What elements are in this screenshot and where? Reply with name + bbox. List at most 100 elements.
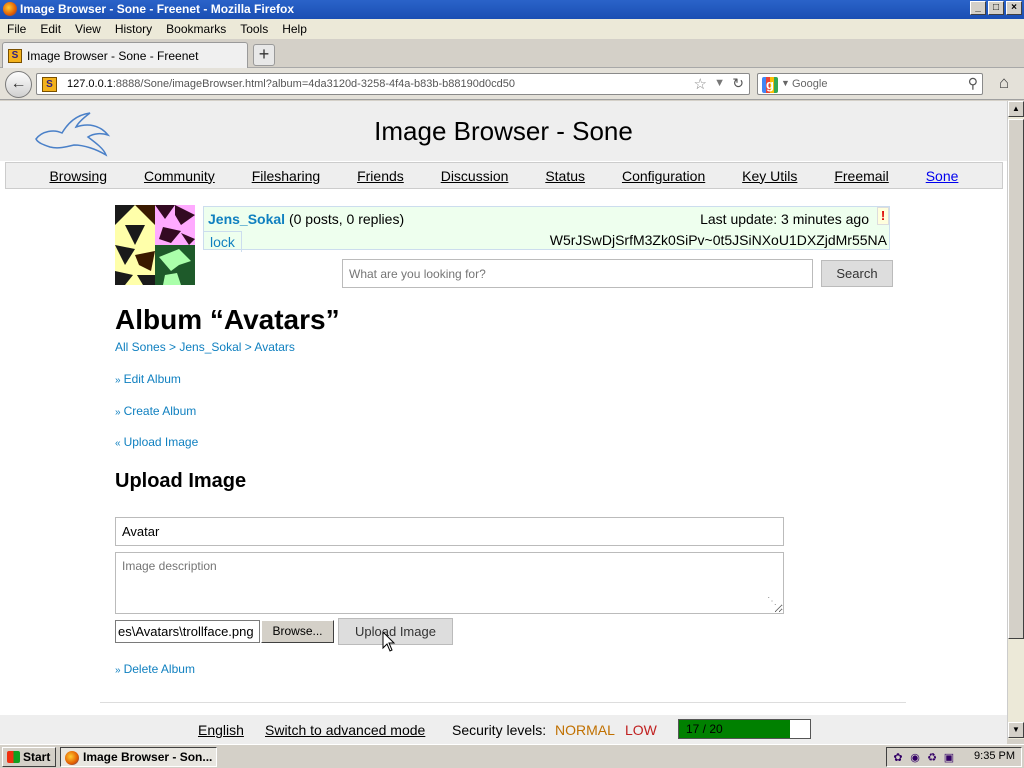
page-header: Image Browser - Sone	[0, 101, 1007, 161]
scroll-down-button[interactable]: ▼	[1008, 722, 1024, 738]
home-button[interactable]: ⌂	[990, 72, 1018, 96]
nav-browsing[interactable]: Browsing	[49, 168, 107, 184]
window-title: Image Browser - Sone - Freenet - Mozilla…	[20, 2, 295, 16]
system-tray: ✿ ◉ ♻ ▣ 9:35 PM	[886, 747, 1022, 767]
new-tab-button[interactable]: +	[253, 44, 275, 66]
image-description-textarea[interactable]	[115, 552, 784, 614]
minimize-button[interactable]: _	[970, 1, 986, 15]
vertical-scrollbar[interactable]: ▲ ▼	[1007, 101, 1024, 739]
sone-info-panel: Jens_Sokal (0 posts, 0 replies) Last upd…	[203, 206, 890, 252]
maximize-button[interactable]: □	[988, 1, 1004, 15]
close-button[interactable]: ×	[1006, 1, 1022, 15]
menu-bookmarks[interactable]: Bookmarks	[159, 19, 233, 39]
menu-file[interactable]: File	[0, 19, 33, 39]
menu-edit[interactable]: Edit	[33, 19, 68, 39]
nav-status[interactable]: Status	[545, 168, 585, 184]
security-level-low[interactable]: LOW	[625, 722, 657, 738]
top-navigation: Browsing Community Filesharing Friends D…	[5, 162, 1003, 189]
url-bar[interactable]: S 127.0.0.1:8888/Sone/imageBrowser.html?…	[36, 73, 750, 95]
expand-icon: »	[115, 665, 121, 676]
sone-name-link[interactable]: Jens_Sokal	[208, 211, 285, 227]
file-path-field[interactable]: es\Avatars\trollface.png	[115, 620, 260, 643]
menu-view[interactable]: View	[68, 19, 108, 39]
upload-image-link[interactable]: «Upload Image	[115, 435, 198, 449]
footer-divider	[100, 702, 906, 703]
tab-label: Image Browser - Sone - Freenet	[27, 49, 199, 63]
collapse-icon: «	[115, 438, 121, 449]
windows-flag-icon	[7, 751, 20, 763]
vm-tray-icon[interactable]: ▣	[942, 751, 956, 765]
advanced-mode-link[interactable]: Switch to advanced mode	[265, 722, 425, 738]
nav-freemail[interactable]: Freemail	[834, 168, 888, 184]
menu-help[interactable]: Help	[275, 19, 314, 39]
album-title: Album “Avatars”	[115, 304, 340, 335]
search-icon[interactable]: ⚲	[968, 75, 978, 92]
nav-community[interactable]: Community	[144, 168, 215, 184]
update-tray-icon[interactable]: ♻	[925, 751, 939, 765]
sone-search-button[interactable]: Search	[821, 260, 893, 287]
nav-sone[interactable]: Sone	[926, 168, 959, 184]
breadcrumb[interactable]: All Sones > Jens_Sokal > Avatars	[115, 340, 295, 354]
tab-bar: S Image Browser - Sone - Freenet +	[0, 39, 1024, 68]
upload-image-heading: Upload Image	[115, 470, 247, 492]
search-placeholder: Google	[792, 78, 828, 90]
resize-grip-icon[interactable]: ⋱	[767, 596, 777, 607]
home-icon: ⌂	[998, 73, 1010, 92]
nav-friends[interactable]: Friends	[357, 168, 404, 184]
url-dropdown-icon[interactable]: ▼	[714, 77, 725, 89]
nav-filesharing[interactable]: Filesharing	[252, 168, 320, 184]
firefox-icon	[65, 751, 79, 765]
back-arrow-icon: ←	[10, 75, 27, 92]
sone-avatar[interactable]	[115, 205, 195, 285]
browse-button[interactable]: Browse...	[261, 620, 334, 643]
security-level-normal[interactable]: NORMAL	[555, 722, 615, 738]
reload-icon[interactable]: ↻	[732, 75, 744, 92]
menu-history[interactable]: History	[108, 19, 159, 39]
sone-alert-icon[interactable]: !	[877, 207, 889, 225]
page-title: Image Browser - Sone	[374, 116, 633, 146]
menu-bar: File Edit View History Bookmarks Tools H…	[0, 19, 1024, 39]
window-controls: _ □ ×	[970, 1, 1022, 15]
language-link[interactable]: English	[198, 722, 244, 738]
nav-key-utils[interactable]: Key Utils	[742, 168, 797, 184]
nav-configuration[interactable]: Configuration	[622, 168, 705, 184]
clock: 9:35 PM	[974, 750, 1015, 762]
delete-album-link[interactable]: » Delete Album	[115, 662, 195, 676]
page-content: Image Browser - Sone Browsing Community …	[0, 101, 1007, 715]
taskbar: Start Image Browser - Son... ✿ ◉ ♻ ▣ 9:3…	[0, 744, 1024, 768]
sone-stats: (0 posts, 0 replies)	[285, 211, 405, 227]
freenet-tray-icon[interactable]: ✿	[891, 751, 905, 765]
peers-count: 17 / 20	[686, 722, 723, 736]
network-tray-icon[interactable]: ◉	[908, 751, 922, 765]
web-search-bar[interactable]: g ▼ Google ⚲	[757, 73, 983, 95]
navigation-bar: ← S 127.0.0.1:8888/Sone/imageBrowser.htm…	[0, 68, 1024, 100]
sone-id: W5rJSwDjSrfM3Zk0SiPv~0t5JSiNXoU1DXZjdMr5…	[549, 232, 887, 248]
scroll-thumb[interactable]	[1008, 119, 1024, 639]
sone-last-update: Last update: 3 minutes ago	[700, 211, 869, 227]
expand-icon: »	[115, 375, 121, 386]
back-button[interactable]: ←	[5, 71, 32, 98]
tab-image-browser[interactable]: S Image Browser - Sone - Freenet	[2, 42, 248, 68]
sone-lock-button[interactable]: lock	[204, 231, 242, 252]
menu-tools[interactable]: Tools	[233, 19, 275, 39]
page-footer: English Switch to advanced mode Security…	[0, 715, 1007, 744]
edit-album-link[interactable]: » Edit Album	[115, 372, 181, 386]
mouse-cursor-icon	[382, 631, 396, 652]
google-icon[interactable]: g	[762, 77, 778, 93]
search-engine-dropdown-icon[interactable]: ▼	[781, 78, 790, 88]
bookmark-star-icon[interactable]: ☆	[694, 75, 707, 93]
sone-name-line: Jens_Sokal (0 posts, 0 replies)	[208, 211, 404, 227]
url-text[interactable]: 127.0.0.1:8888/Sone/imageBrowser.html?al…	[67, 78, 515, 90]
site-identity-icon[interactable]: S	[42, 77, 57, 92]
create-album-link[interactable]: » Create Album	[115, 404, 196, 418]
taskbar-firefox-window[interactable]: Image Browser - Son...	[60, 747, 217, 767]
image-title-input[interactable]	[115, 517, 784, 546]
start-button[interactable]: Start	[2, 747, 56, 767]
sone-favicon-icon: S	[8, 49, 22, 63]
expand-icon: »	[115, 407, 121, 418]
sone-search-input[interactable]	[342, 259, 813, 288]
window-title-bar: Image Browser - Sone - Freenet - Mozilla…	[0, 0, 1024, 19]
scroll-up-button[interactable]: ▲	[1008, 101, 1024, 117]
security-levels-label: Security levels:	[452, 722, 547, 738]
nav-discussion[interactable]: Discussion	[441, 168, 509, 184]
